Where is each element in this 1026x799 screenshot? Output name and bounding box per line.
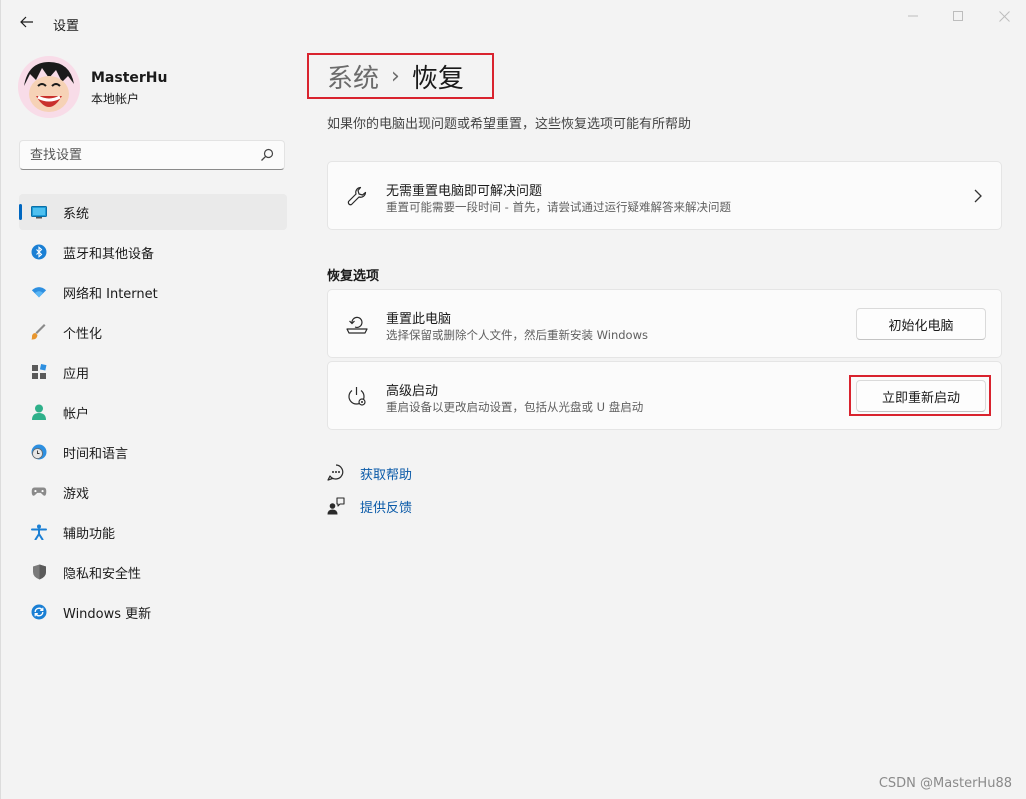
link-label: 提供反馈	[360, 500, 413, 516]
card-title: 无需重置电脑即可解决问题	[386, 184, 543, 199]
sidebar-item-label: 帐户	[63, 406, 90, 422]
sidebar-item-apps[interactable]: 应用	[19, 354, 287, 390]
reset-pc-icon	[346, 313, 368, 335]
sidebar-item-system[interactable]: 系统	[19, 194, 287, 230]
sidebar-item-label: 蓝牙和其他设备	[63, 246, 155, 262]
page-description: 如果你的电脑出现问题或希望重置，这些恢复选项可能有所帮助	[327, 117, 692, 132]
account-type: 本地帐户	[91, 92, 140, 106]
sidebar-item-label: 游戏	[63, 486, 90, 502]
apps-icon	[31, 364, 47, 380]
card-subtitle: 选择保留或删除个人文件，然后重新安装 Windows	[386, 328, 648, 342]
feedback-icon	[327, 497, 345, 515]
settings-window: 设置 MasterHu 本地帐户 系统	[0, 0, 1026, 799]
sidebar-item-personalization[interactable]: 个性化	[19, 314, 287, 350]
power-settings-icon	[346, 386, 368, 408]
help-icon	[327, 464, 345, 482]
sidebar-item-label: 个性化	[63, 326, 103, 342]
card-subtitle: 重置可能需要一段时间 - 首先，请尝试通过运行疑难解答来解决问题	[386, 200, 731, 214]
restart-now-highlight-box	[849, 375, 991, 416]
search-icon[interactable]	[260, 148, 274, 162]
watermark: CSDN @MasterHu88	[878, 776, 1012, 791]
sidebar-item-label: 辅助功能	[63, 526, 116, 542]
wifi-icon	[31, 284, 47, 300]
sidebar-item-privacy[interactable]: 隐私和安全性	[19, 554, 287, 590]
troubleshoot-card[interactable]: 无需重置电脑即可解决问题 重置可能需要一段时间 - 首先，请尝试通过运行疑难解答…	[327, 161, 1002, 230]
bluetooth-icon	[31, 244, 47, 260]
minimize-button[interactable]	[891, 6, 935, 26]
search-box[interactable]	[19, 140, 285, 170]
reset-pc-button[interactable]: 初始化电脑	[856, 308, 986, 340]
arrow-left-icon	[20, 16, 33, 28]
breadcrumb-separator: ›	[391, 63, 400, 89]
gamepad-icon	[31, 484, 47, 500]
chevron-right-icon	[974, 189, 982, 203]
close-icon	[998, 10, 1010, 22]
avatar-image-icon	[18, 56, 80, 118]
link-label: 获取帮助	[360, 467, 413, 483]
card-subtitle: 重启设备以更改启动设置，包括从光盘或 U 盘启动	[386, 400, 644, 414]
breadcrumb-parent[interactable]: 系统	[327, 58, 379, 95]
brush-icon	[31, 324, 47, 340]
sidebar-nav: 系统 蓝牙和其他设备 网络和 Internet 个性化 应用 帐户 时间和语言 …	[19, 194, 287, 634]
accessibility-icon	[31, 524, 47, 540]
avatar[interactable]	[18, 56, 80, 118]
page-title: 恢复	[411, 63, 464, 94]
minimize-icon	[908, 15, 918, 17]
sidebar-item-label: Windows 更新	[63, 606, 152, 622]
sidebar-item-windows-update[interactable]: Windows 更新	[19, 594, 287, 630]
card-title: 重置此电脑	[386, 312, 452, 327]
wrench-icon	[346, 185, 368, 207]
sidebar-item-label: 时间和语言	[63, 446, 129, 462]
display-icon	[31, 204, 47, 220]
sidebar-item-bluetooth[interactable]: 蓝牙和其他设备	[19, 234, 287, 270]
shield-icon	[31, 564, 47, 580]
clock-globe-icon	[31, 444, 47, 460]
sidebar-item-accounts[interactable]: 帐户	[19, 394, 287, 430]
update-icon	[31, 604, 47, 620]
person-icon	[31, 404, 47, 420]
section-title: 恢复选项	[327, 269, 380, 284]
app-title: 设置	[53, 19, 80, 34]
card-title: 高级启动	[386, 384, 439, 399]
back-button[interactable]	[15, 11, 39, 33]
sidebar-item-label: 应用	[63, 366, 90, 382]
give-feedback-link[interactable]: 提供反馈	[327, 496, 412, 516]
sidebar-item-network[interactable]: 网络和 Internet	[19, 274, 287, 310]
breadcrumb: 系统 › 恢复	[307, 53, 494, 99]
title-bar: 设置	[1, 0, 1026, 44]
close-button[interactable]	[982, 6, 1026, 26]
user-name: MasterHu	[91, 70, 168, 86]
sidebar-item-label: 隐私和安全性	[63, 566, 142, 582]
sidebar-item-time-language[interactable]: 时间和语言	[19, 434, 287, 470]
sidebar-item-label: 网络和 Internet	[63, 286, 158, 302]
get-help-link[interactable]: 获取帮助	[327, 463, 412, 483]
maximize-button[interactable]	[936, 6, 980, 26]
maximize-icon	[953, 11, 963, 21]
sidebar-item-label: 系统	[63, 206, 90, 222]
search-input[interactable]	[30, 146, 250, 164]
sidebar-item-accessibility[interactable]: 辅助功能	[19, 514, 287, 550]
sidebar-item-gaming[interactable]: 游戏	[19, 474, 287, 510]
